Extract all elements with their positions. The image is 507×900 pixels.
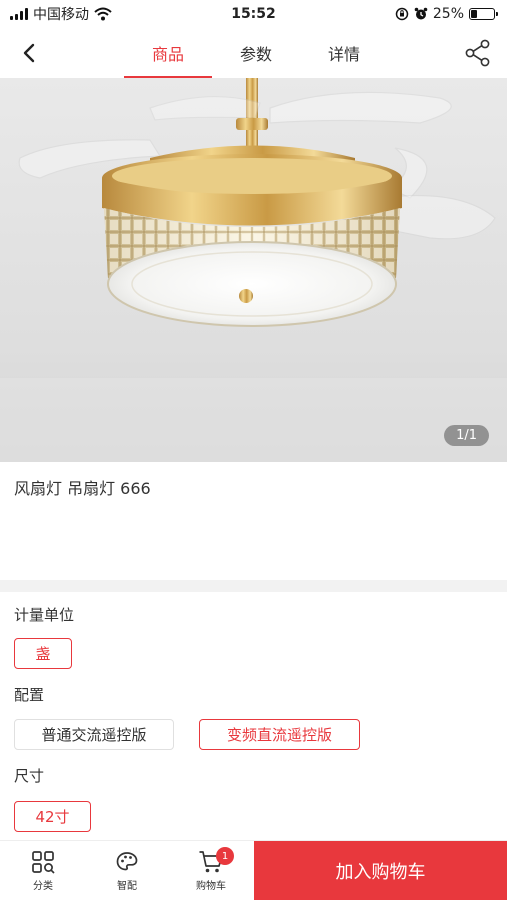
product-title: 风扇灯 吊扇灯 666	[14, 479, 151, 498]
size-label: 尺寸	[14, 767, 45, 785]
status-right: 25%	[395, 6, 498, 22]
tab-params[interactable]: 参数	[212, 28, 300, 78]
option-size-42[interactable]: 42寸	[14, 801, 91, 832]
share-button[interactable]	[461, 36, 495, 70]
cart-button[interactable]: 购物车 1	[169, 841, 253, 900]
tab-product[interactable]: 商品	[124, 28, 212, 78]
bottom-action-bar: 分类 智配 购物车 1 加入购物车	[0, 840, 507, 900]
battery-level	[471, 10, 477, 18]
tab-bar: 商品 参数 详情	[124, 28, 388, 78]
config-label: 配置	[14, 686, 45, 704]
option-unit-zhan[interactable]: 盏	[14, 638, 72, 669]
share-icon	[465, 39, 490, 67]
status-bar: 中国移动 15:52 25%	[0, 0, 507, 28]
section-divider	[0, 580, 507, 592]
battery-percent: 25%	[432, 6, 464, 22]
cart-count-badge: 1	[216, 847, 234, 865]
orientation-lock-icon	[395, 7, 409, 21]
add-to-cart-button[interactable]: 加入购物车	[254, 841, 507, 900]
unit-label: 计量单位	[14, 606, 75, 624]
back-arrow-icon	[23, 43, 35, 63]
palette-icon	[116, 852, 138, 871]
category-button[interactable]: 分类	[1, 841, 85, 900]
battery-icon	[469, 8, 498, 20]
alarm-icon	[414, 7, 428, 20]
status-left: 中国移动	[10, 4, 112, 24]
option-config-dc-remote[interactable]: 变频直流遥控版	[199, 719, 360, 750]
image-pager: 1/1	[444, 425, 489, 446]
smart-match-label: 智配	[117, 881, 137, 892]
product-image-gallery[interactable]: 1/1	[0, 78, 507, 462]
category-label: 分类	[33, 881, 53, 892]
back-button[interactable]	[14, 38, 44, 68]
option-config-ac-remote[interactable]: 普通交流遥控版	[14, 719, 174, 750]
cart-label: 购物车	[196, 881, 226, 892]
wifi-icon	[94, 7, 112, 21]
carrier-label: 中国移动	[33, 7, 89, 23]
category-icon	[32, 851, 55, 874]
ceiling-fan-light-image	[0, 78, 507, 462]
tab-details[interactable]: 详情	[300, 28, 388, 78]
top-nav: 商品 参数 详情	[0, 28, 507, 78]
smart-match-button[interactable]: 智配	[85, 841, 169, 900]
signal-icon	[10, 8, 28, 20]
